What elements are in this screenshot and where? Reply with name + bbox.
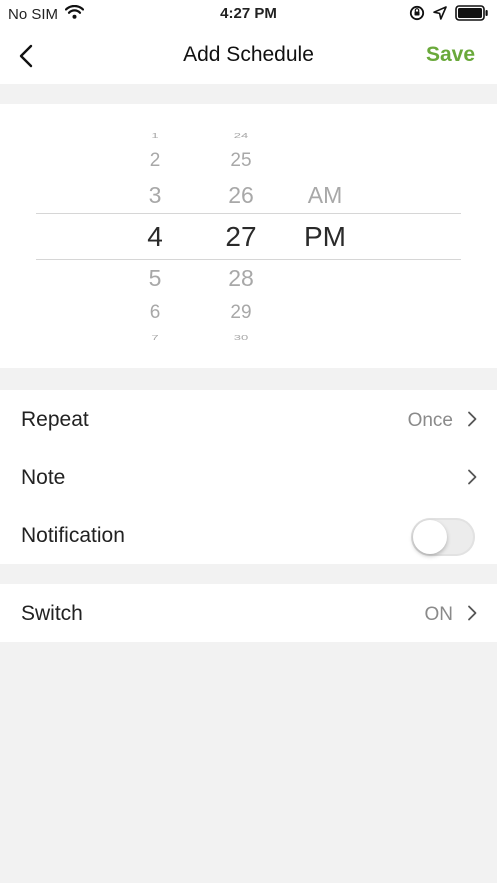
nav-bar: Add Schedule Save	[0, 28, 497, 84]
period-option[interactable]: PM	[295, 221, 355, 253]
picker-selection-bottom-divider	[36, 259, 461, 260]
switch-section: Switch ON	[0, 584, 497, 642]
page-title: Add Schedule	[183, 43, 314, 66]
toggle-knob	[413, 520, 447, 554]
note-row[interactable]: Note	[0, 448, 497, 506]
hour-option[interactable]: 5	[125, 265, 185, 292]
switch-row[interactable]: Switch ON	[0, 584, 497, 642]
status-bar: No SIM 4:27 PM	[0, 0, 497, 28]
switch-label: Switch	[21, 602, 83, 625]
notification-toggle[interactable]	[411, 518, 475, 556]
hour-option[interactable]: 6	[125, 302, 185, 324]
chevron-right-icon	[468, 605, 477, 621]
minute-option[interactable]: 24	[211, 132, 271, 140]
repeat-label: Repeat	[21, 408, 89, 431]
hour-option[interactable]: 4	[125, 221, 185, 253]
minute-option[interactable]: 28	[211, 265, 271, 292]
repeat-row[interactable]: Repeat Once	[0, 390, 497, 448]
note-label: Note	[21, 466, 66, 489]
add-schedule-screen: No SIM 4:27 PM Add Schedule Save 1 2 3 4…	[0, 0, 497, 883]
notification-label: Notification	[21, 524, 125, 547]
schedule-settings-list: Repeat Once Note Notification	[0, 390, 497, 564]
notification-row: Notification	[0, 506, 497, 564]
battery-icon	[455, 5, 489, 26]
period-option[interactable]: AM	[295, 182, 355, 209]
minute-option[interactable]: 25	[211, 150, 271, 172]
minute-option[interactable]: 27	[211, 221, 271, 253]
hour-option[interactable]: 2	[125, 150, 185, 172]
hour-option[interactable]: 1	[125, 132, 185, 140]
minute-option[interactable]: 26	[211, 182, 271, 209]
minute-option[interactable]: 30	[211, 334, 271, 342]
chevron-right-icon	[468, 411, 477, 427]
minute-option[interactable]: 29	[211, 302, 271, 324]
status-right	[409, 5, 489, 26]
hour-option[interactable]: 3	[125, 182, 185, 209]
location-arrow-icon	[433, 6, 447, 25]
hour-option[interactable]: 7	[125, 334, 185, 342]
repeat-value: Once	[407, 410, 453, 431]
orientation-lock-icon	[409, 5, 425, 26]
switch-value: ON	[424, 604, 454, 625]
save-button[interactable]: Save	[426, 43, 475, 67]
picker-selection-top-divider	[36, 213, 461, 214]
time-picker[interactable]: 1 2 3 4 5 6 7 24 25 26 27 28 29 30 AM PM	[0, 104, 497, 368]
chevron-right-icon	[468, 469, 477, 485]
